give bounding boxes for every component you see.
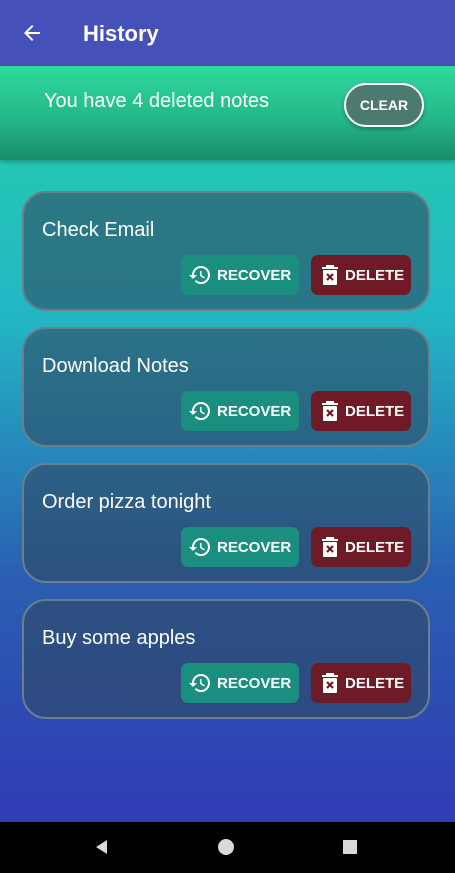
note-title: Check Email — [42, 219, 155, 241]
nav-home-circle-icon[interactable] — [216, 837, 236, 857]
deleted-note-card: Check Email RECOVER DELETE — [22, 191, 430, 311]
app-bar: History — [0, 0, 455, 66]
note-title: Order pizza tonight — [42, 491, 211, 513]
delete-label: DELETE — [345, 402, 405, 420]
history-restore-icon — [187, 534, 213, 560]
page-title: History — [83, 21, 159, 46]
clear-button[interactable]: CLEAR — [344, 83, 424, 127]
recover-label: RECOVER — [217, 266, 292, 284]
delete-button[interactable]: DELETE — [311, 255, 411, 295]
delete-label: DELETE — [345, 674, 405, 692]
delete-label: DELETE — [345, 266, 405, 284]
delete-button[interactable]: DELETE — [311, 663, 411, 703]
system-navigation-bar — [0, 822, 455, 873]
recover-label: RECOVER — [217, 538, 292, 556]
delete-button[interactable]: DELETE — [311, 391, 411, 431]
nav-recents-square-icon[interactable] — [340, 837, 360, 857]
deleted-note-card: Order pizza tonight RECOVER DELETE — [22, 463, 430, 583]
recover-button[interactable]: RECOVER — [181, 391, 299, 431]
recover-button[interactable]: RECOVER — [181, 663, 299, 703]
history-restore-icon — [187, 670, 213, 696]
delete-button[interactable]: DELETE — [311, 527, 411, 567]
deleted-note-card: Download Notes RECOVER DELETE — [22, 327, 430, 447]
history-restore-icon — [187, 262, 213, 288]
delete-box-icon — [319, 534, 341, 560]
recover-button[interactable]: RECOVER — [181, 527, 299, 567]
delete-box-icon — [319, 670, 341, 696]
recover-label: RECOVER — [217, 402, 292, 420]
delete-box-icon — [319, 398, 341, 424]
delete-box-icon — [319, 262, 341, 288]
history-screen: History You have 4 deleted notes CLEAR C… — [0, 0, 455, 873]
recover-label: RECOVER — [217, 674, 292, 692]
note-title: Download Notes — [42, 355, 189, 377]
deleted-note-card: Buy some apples RECOVER DELETE — [22, 599, 430, 719]
deleted-count-text: You have 4 deleted notes — [44, 90, 270, 112]
delete-label: DELETE — [345, 538, 405, 556]
deleted-summary-banner: You have 4 deleted notes CLEAR — [0, 66, 455, 160]
arrow-back-icon[interactable] — [20, 21, 44, 45]
note-title: Buy some apples — [42, 627, 196, 649]
nav-back-triangle-icon[interactable] — [92, 837, 112, 857]
history-restore-icon — [187, 398, 213, 424]
recover-button[interactable]: RECOVER — [181, 255, 299, 295]
